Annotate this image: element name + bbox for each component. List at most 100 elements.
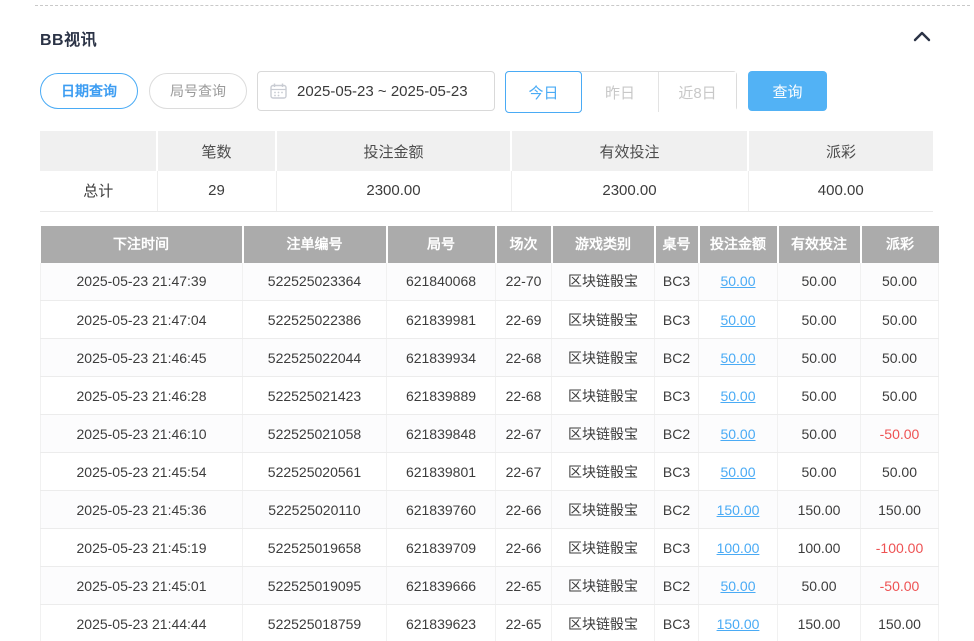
cell-round-number: 621839801 xyxy=(387,453,496,491)
bet-amount-link[interactable]: 50.00 xyxy=(720,578,755,594)
cell-valid-bet: 50.00 xyxy=(778,377,861,415)
cell-valid-bet: 50.00 xyxy=(778,453,861,491)
cell-valid-bet: 50.00 xyxy=(778,415,861,453)
cell-game-type: 区块链骰宝 xyxy=(552,377,655,415)
chevron-up-icon xyxy=(913,29,931,47)
cell-valid-bet: 50.00 xyxy=(778,567,861,605)
cell-table-number: BC3 xyxy=(655,263,699,301)
table-row: 2025-05-23 21:45:54 522525020561 6218398… xyxy=(41,453,939,491)
cell-session: 22-67 xyxy=(496,415,552,453)
bet-detail-table: 下注时间 注单编号 局号 场次 游戏类别 桌号 投注金额 有效投注 派彩 202… xyxy=(40,226,939,641)
cell-game-type: 区块链骰宝 xyxy=(552,339,655,377)
cell-table-number: BC3 xyxy=(655,453,699,491)
header-slip-number: 注单编号 xyxy=(243,226,387,263)
cell-valid-bet: 50.00 xyxy=(778,263,861,301)
summary-header-row: 笔数 投注金额 有效投注 派彩 xyxy=(40,131,933,171)
bet-amount-link[interactable]: 50.00 xyxy=(720,388,755,404)
summary-total-count: 29 xyxy=(157,171,276,211)
quick-button-today-label: 今日 xyxy=(528,82,558,103)
cell-slip-number: 522525019095 xyxy=(243,567,387,605)
header-game-type: 游戏类别 xyxy=(552,226,655,263)
cell-slip-number: 522525022044 xyxy=(243,339,387,377)
cell-bet-amount: 50.00 xyxy=(699,377,778,415)
detail-header-row: 下注时间 注单编号 局号 场次 游戏类别 桌号 投注金额 有效投注 派彩 xyxy=(41,226,939,263)
bet-amount-link[interactable]: 50.00 xyxy=(720,273,755,289)
cell-payout: -100.00 xyxy=(861,529,939,567)
tab-round-query[interactable]: 局号查询 xyxy=(149,73,247,109)
summary-total-valid-bet: 2300.00 xyxy=(511,171,748,211)
bet-amount-link[interactable]: 50.00 xyxy=(720,426,755,442)
search-button[interactable]: 查询 xyxy=(748,71,827,111)
cell-round-number: 621839709 xyxy=(387,529,496,567)
cell-valid-bet: 50.00 xyxy=(778,301,861,339)
quick-button-yesterday[interactable]: 昨日 xyxy=(582,72,659,112)
cell-round-number: 621839760 xyxy=(387,491,496,529)
cell-bet-time: 2025-05-23 21:47:04 xyxy=(41,301,243,339)
cell-slip-number: 522525020561 xyxy=(243,453,387,491)
cell-payout: 50.00 xyxy=(861,339,939,377)
summary-total-row: 总计 29 2300.00 2300.00 400.00 xyxy=(40,171,933,211)
table-row: 2025-05-23 21:46:45 522525022044 6218399… xyxy=(41,339,939,377)
cell-session: 22-66 xyxy=(496,491,552,529)
cell-round-number: 621839934 xyxy=(387,339,496,377)
header-bet-amount: 投注金额 xyxy=(699,226,778,263)
header-table-number: 桌号 xyxy=(655,226,699,263)
bet-amount-link[interactable]: 50.00 xyxy=(720,350,755,366)
cell-table-number: BC2 xyxy=(655,567,699,605)
cell-game-type: 区块链骰宝 xyxy=(552,491,655,529)
calendar-icon xyxy=(270,83,287,99)
header-payout: 派彩 xyxy=(861,226,939,263)
bet-amount-link[interactable]: 150.00 xyxy=(717,502,760,518)
cell-session: 22-70 xyxy=(496,263,552,301)
cell-payout: 50.00 xyxy=(861,301,939,339)
bet-amount-link[interactable]: 100.00 xyxy=(717,540,760,556)
bb-video-panel: BB视讯 日期查询 局号查询 xyxy=(0,25,938,641)
bet-table-body: 2025-05-23 21:47:39 522525023364 6218400… xyxy=(41,263,939,641)
cell-bet-amount: 100.00 xyxy=(699,529,778,567)
cell-bet-amount: 150.00 xyxy=(699,491,778,529)
date-range-input[interactable]: 2025-05-23 ~ 2025-05-23 xyxy=(257,71,495,111)
table-row: 2025-05-23 21:45:01 522525019095 6218396… xyxy=(41,567,939,605)
table-row: 2025-05-23 21:45:36 522525020110 6218397… xyxy=(41,491,939,529)
cell-table-number: BC2 xyxy=(655,415,699,453)
tab-date-query-label: 日期查询 xyxy=(61,81,117,101)
summary-header-valid-bet: 有效投注 xyxy=(511,131,748,171)
summary-header-bet-amount: 投注金额 xyxy=(276,131,511,171)
cell-valid-bet: 150.00 xyxy=(778,605,861,641)
cell-round-number: 621839848 xyxy=(387,415,496,453)
cell-game-type: 区块链骰宝 xyxy=(552,301,655,339)
table-row: 2025-05-23 21:44:44 522525018759 6218396… xyxy=(41,605,939,641)
cell-slip-number: 522525023364 xyxy=(243,263,387,301)
header-session: 场次 xyxy=(496,226,552,263)
cell-bet-time: 2025-05-23 21:46:10 xyxy=(41,415,243,453)
summary-table: 笔数 投注金额 有效投注 派彩 总计 29 2300.00 2300.00 40… xyxy=(40,131,933,212)
summary-total-payout: 400.00 xyxy=(748,171,933,211)
top-dashed-divider xyxy=(35,5,970,6)
tab-date-query[interactable]: 日期查询 xyxy=(40,73,138,109)
cell-slip-number: 522525021423 xyxy=(243,377,387,415)
bet-amount-link[interactable]: 50.00 xyxy=(720,312,755,328)
cell-table-number: BC3 xyxy=(655,377,699,415)
bet-amount-link[interactable]: 50.00 xyxy=(720,464,755,480)
cell-payout: 50.00 xyxy=(861,453,939,491)
cell-bet-time: 2025-05-23 21:45:01 xyxy=(41,567,243,605)
cell-bet-amount: 50.00 xyxy=(699,567,778,605)
cell-bet-amount: 50.00 xyxy=(699,415,778,453)
quick-button-last8days[interactable]: 近8日 xyxy=(659,72,736,112)
cell-bet-time: 2025-05-23 21:44:44 xyxy=(41,605,243,641)
cell-slip-number: 522525018759 xyxy=(243,605,387,641)
collapse-button[interactable] xyxy=(909,25,935,51)
tab-round-query-label: 局号查询 xyxy=(170,81,226,101)
filter-controls: 日期查询 局号查询 2025-05-23 ~ 2025-05-23 xyxy=(40,71,938,111)
table-row: 2025-05-23 21:47:39 522525023364 6218400… xyxy=(41,263,939,301)
bet-amount-link[interactable]: 150.00 xyxy=(717,616,760,632)
cell-bet-amount: 150.00 xyxy=(699,605,778,641)
cell-session: 22-67 xyxy=(496,453,552,491)
cell-game-type: 区块链骰宝 xyxy=(552,415,655,453)
quick-button-today[interactable]: 今日 xyxy=(505,71,582,113)
cell-game-type: 区块链骰宝 xyxy=(552,453,655,491)
cell-bet-amount: 50.00 xyxy=(699,339,778,377)
cell-round-number: 621839981 xyxy=(387,301,496,339)
cell-round-number: 621839666 xyxy=(387,567,496,605)
table-row: 2025-05-23 21:47:04 522525022386 6218399… xyxy=(41,301,939,339)
